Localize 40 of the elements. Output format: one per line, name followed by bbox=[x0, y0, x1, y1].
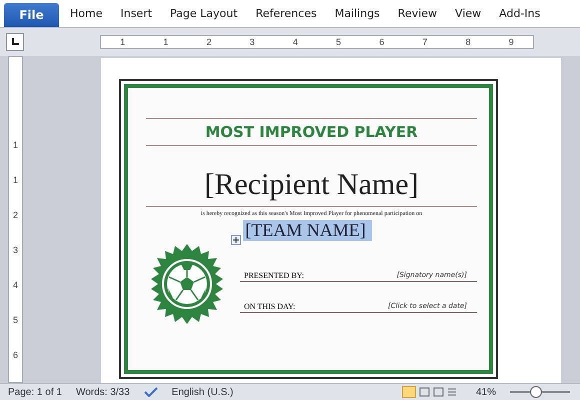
ruler-number: 6 bbox=[379, 37, 384, 47]
language-indicator[interactable]: English (U.S.) bbox=[172, 386, 234, 398]
page-count[interactable]: Page: 1 of 1 bbox=[8, 386, 62, 398]
ruler-number: 3 bbox=[12, 244, 18, 254]
left-tab-icon bbox=[10, 37, 20, 47]
ribbon-tab[interactable]: View bbox=[448, 7, 488, 20]
ribbon-tab[interactable]: Page Layout bbox=[163, 7, 245, 20]
ruler-number: 2 bbox=[206, 37, 212, 47]
ribbon-tab[interactable]: Mailings bbox=[328, 7, 387, 20]
ruler-number: 4 bbox=[292, 37, 298, 47]
ruler-number: 3 bbox=[250, 37, 255, 47]
ruler-number: 1 bbox=[163, 37, 168, 47]
ribbon-tab[interactable]: Add-Ins bbox=[492, 7, 548, 20]
ribbon-tab[interactable]: Home bbox=[63, 7, 110, 20]
ruler-number: 9 bbox=[508, 37, 514, 47]
ruler-number: 8 bbox=[466, 37, 471, 47]
ruler-number: 5 bbox=[336, 37, 342, 47]
tab-selector[interactable] bbox=[6, 33, 24, 51]
ribbon-tab[interactable]: Review bbox=[390, 7, 444, 20]
ruler-number: 7 bbox=[422, 37, 428, 47]
move-handle-icon[interactable] bbox=[231, 235, 242, 245]
recipient-name[interactable]: [Recipient Name] bbox=[204, 168, 419, 206]
proofing-check-icon[interactable] bbox=[144, 387, 158, 397]
ruler-number: 1 bbox=[120, 37, 126, 47]
ruler-number: 2 bbox=[12, 210, 18, 220]
ruler-number: 1 bbox=[12, 140, 18, 150]
ruler-number: 4 bbox=[12, 280, 18, 290]
field-label: PRESENTED BY: bbox=[244, 271, 304, 280]
file-tab[interactable]: File bbox=[4, 3, 59, 27]
word-count[interactable]: Words: 3/33 bbox=[76, 386, 130, 398]
team-name[interactable]: [TEAM NAME] bbox=[243, 220, 372, 241]
certificate-title: MOST IMPROVED PLAYER bbox=[205, 122, 418, 143]
ruler-number: 5 bbox=[12, 314, 18, 324]
ribbon-tab[interactable]: References bbox=[248, 7, 324, 20]
ribbon-tab[interactable]: Insert bbox=[113, 7, 160, 20]
ruler-number: 6 bbox=[12, 350, 18, 360]
zoom-level[interactable]: 41% bbox=[476, 386, 496, 398]
field-label: ON THIS DAY: bbox=[244, 302, 296, 311]
zoom-slider-thumb[interactable] bbox=[530, 386, 542, 398]
ruler-number: 1 bbox=[12, 174, 18, 184]
